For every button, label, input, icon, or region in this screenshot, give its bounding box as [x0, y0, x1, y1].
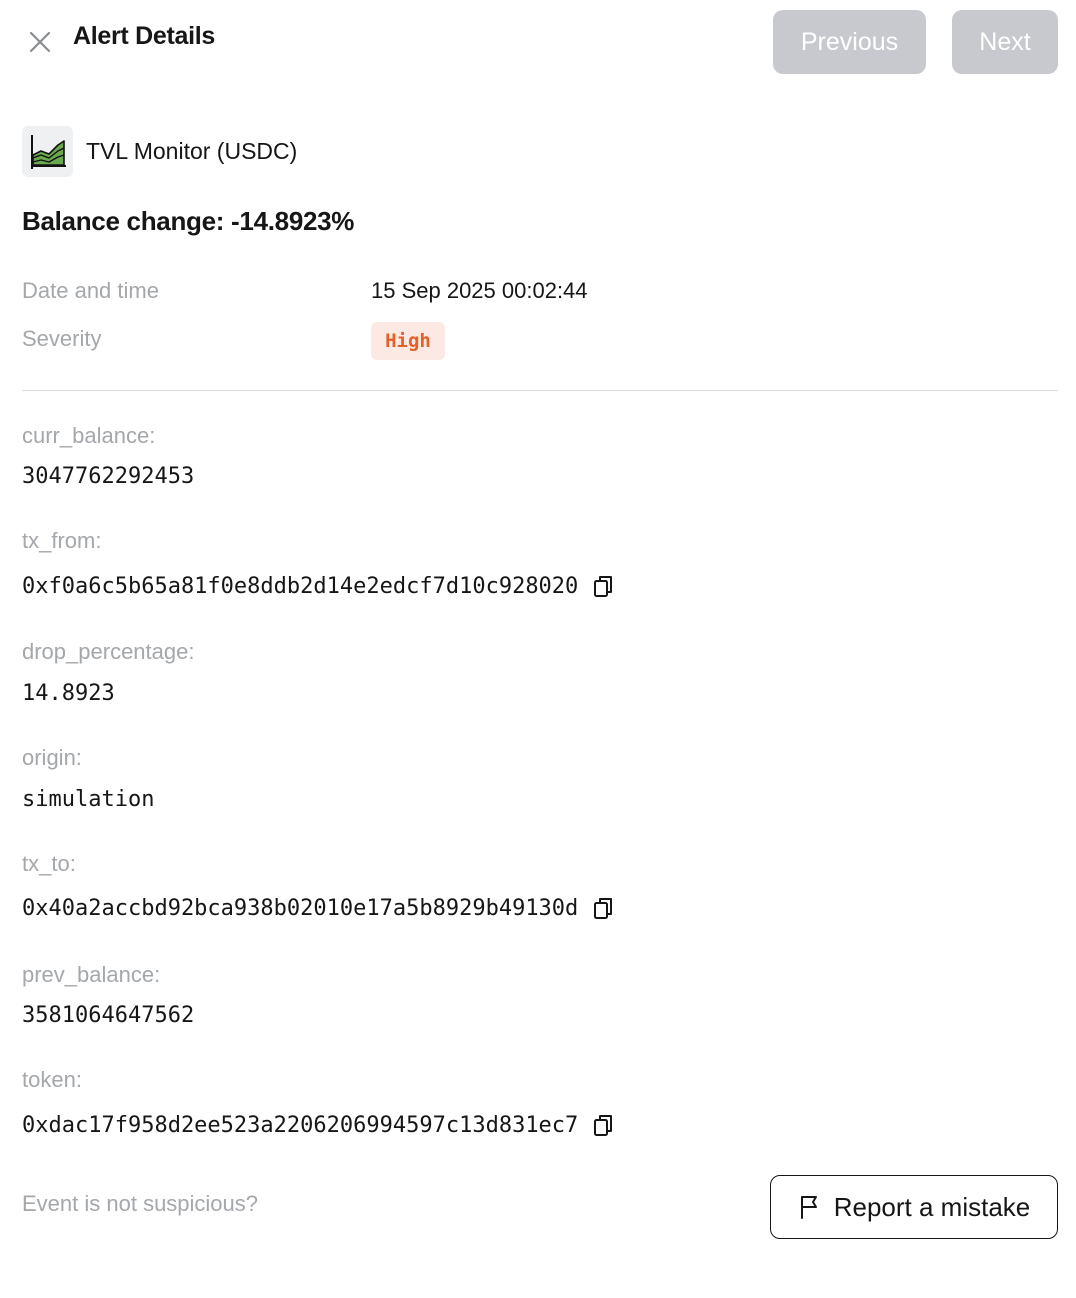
field-value-token: 0xdac17f958d2ee523a2206206994597c13d831e… — [22, 1113, 614, 1138]
field-label-tx-to: tx_to: — [22, 851, 76, 876]
not-suspicious-question: Event is not suspicious? — [22, 1191, 259, 1216]
field-text: 0xf0a6c5b65a81f0e8ddb2d14e2edcf7d10c9280… — [22, 574, 579, 599]
field-value-drop-percentage: 14.8923 — [22, 681, 115, 706]
next-button[interactable]: Next — [952, 10, 1058, 74]
report-mistake-label: Report a mistake — [833, 1191, 1031, 1222]
field-text: 3047762292453 — [22, 464, 195, 489]
field-value-curr-balance: 3047762292453 — [22, 464, 194, 489]
field-text: 14.8923 — [22, 681, 115, 706]
alert-header: Alert Details Previous Next — [0, 0, 1076, 80]
field-value-tx-to: 0x40a2accbd92bca938b02010e17a5b8929b4913… — [22, 896, 614, 921]
severity-badge: High — [371, 322, 445, 360]
copy-icon[interactable] — [592, 897, 614, 921]
field-label-origin: origin: — [22, 745, 82, 770]
divider — [22, 390, 1058, 391]
field-label-drop-percentage: drop_percentage: — [22, 639, 195, 664]
copy-icon[interactable] — [592, 575, 614, 599]
monitor-name: TVL Monitor (USDC) — [86, 138, 298, 164]
date-value: 15 Sep 2025 00:02:44 — [371, 278, 588, 303]
field-label-token: token: — [22, 1067, 82, 1092]
report-mistake-button[interactable]: Report a mistake — [770, 1175, 1058, 1239]
flag-icon — [798, 1194, 822, 1220]
copy-icon[interactable] — [592, 1114, 614, 1138]
monitor-row: TVL Monitor (USDC) — [22, 126, 297, 177]
field-label-curr-balance: curr_balance: — [22, 423, 156, 448]
field-text: 0xdac17f958d2ee523a2206206994597c13d831e… — [22, 1113, 579, 1138]
previous-button[interactable]: Previous — [773, 10, 926, 74]
balance-change-title: Balance change: -14.8923% — [22, 206, 355, 236]
field-text: 0x40a2accbd92bca938b02010e17a5b8929b4913… — [22, 896, 579, 921]
field-text: 3581064647562 — [22, 1003, 195, 1028]
field-text: simulation — [22, 787, 155, 812]
field-label-prev-balance: prev_balance: — [22, 962, 161, 987]
severity-label: Severity — [22, 326, 102, 351]
field-value-origin: simulation — [22, 787, 154, 812]
field-value-tx-from: 0xf0a6c5b65a81f0e8ddb2d14e2edcf7d10c9280… — [22, 574, 614, 599]
field-label-tx-from: tx_from: — [22, 528, 102, 553]
page-title: Alert Details — [73, 22, 215, 50]
field-value-prev-balance: 3581064647562 — [22, 1003, 194, 1028]
area-chart-icon — [22, 126, 73, 177]
close-icon[interactable] — [26, 28, 54, 56]
date-label: Date and time — [22, 278, 159, 303]
